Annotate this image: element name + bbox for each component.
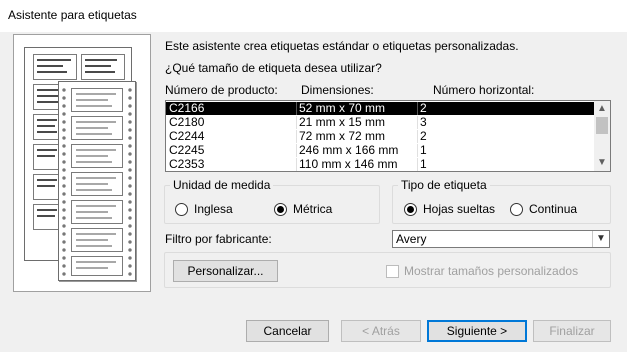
dimensions: 246 mm x 166 mm [299,143,399,157]
horizontal-count: 1 [420,157,427,171]
radio-label: Inglesa [194,202,233,216]
radio-inglesa[interactable]: Inglesa [175,202,233,216]
column-header-dimensions: Dimensiones: [301,83,374,97]
horizontal-count: 1 [420,143,427,157]
product-number: C2180 [169,115,205,129]
chevron-up-icon[interactable]: ▲ [594,101,610,117]
dimensions: 52 mm x 70 mm [299,101,386,115]
radio-label: Continua [529,202,578,216]
list-item[interactable]: C2245 246 mm x 166 mm 1 [166,144,594,157]
label-size-list[interactable]: C2166 52 mm x 70 mm 2 C2180 21 mm x 15 m… [165,100,611,172]
dimensions: 21 mm x 15 mm [299,115,386,129]
horizontal-count: 3 [420,115,427,129]
customize-button[interactable]: Personalizar... [173,260,278,282]
list-item[interactable]: C2166 52 mm x 70 mm 2 [166,102,594,115]
radio-circle[interactable] [510,202,523,216]
product-number: C2244 [169,129,205,143]
list-scrollbar[interactable]: ▲ ▼ [594,101,610,171]
unit-of-measure-legend: Unidad de medida [173,178,271,192]
horizontal-count: 2 [420,101,427,115]
manufacturer-filter-label: Filtro por fabricante: [165,232,272,246]
list-item[interactable]: C2244 72 mm x 72 mm 2 [166,130,594,143]
dimensions: 72 mm x 72 mm [299,129,386,143]
chevron-down-icon[interactable]: ▼ [592,231,609,247]
title-bar: Asistente para etiquetas [0,0,627,32]
unit-of-measure-group: Unidad de medida [164,178,380,224]
column-header-horizontal: Número horizontal: [433,83,535,97]
label-sheets-icon [13,34,151,292]
next-button[interactable]: Siguiente > [427,320,527,342]
back-button[interactable]: < Atrás [341,320,421,342]
column-header-product: Número de producto: [165,83,278,97]
product-number: C2245 [169,143,205,157]
label-sheet-front [58,81,136,281]
dialog-body: Este asistente crea etiquetas estándar o… [0,32,627,352]
radio-circle-checked[interactable] [404,202,417,216]
radio-hojas-sueltas[interactable]: Hojas sueltas [404,202,495,216]
finish-button[interactable]: Finalizar [533,320,611,342]
radio-metrica[interactable]: Métrica [274,202,332,216]
dimensions: 110 mm x 146 mm [299,157,398,171]
show-custom-sizes-checkbox[interactable]: Mostrar tamaños personalizados [386,264,578,278]
list-item[interactable]: C2180 21 mm x 15 mm 3 [166,116,594,129]
checkbox-label: Mostrar tamaños personalizados [404,264,579,278]
radio-continua[interactable]: Continua [510,202,577,216]
manufacturer-filter-combo[interactable]: Avery ▼ [392,230,610,248]
list-item[interactable]: C2353 110 mm x 146 mm 1 [166,158,594,171]
horizontal-count: 2 [420,129,427,143]
checkbox-box[interactable] [386,264,399,278]
radio-circle[interactable] [175,202,188,216]
size-question: ¿Qué tamaño de etiqueta desea utilizar? [165,61,382,75]
window-title: Asistente para etiquetas [8,8,137,22]
intro-text: Este asistente crea etiquetas estándar o… [165,39,519,53]
product-number: C2166 [169,101,205,115]
label-type-group: Tipo de etiqueta [392,178,611,224]
cancel-button[interactable]: Cancelar [246,320,329,342]
scrollbar-thumb[interactable] [596,117,608,134]
radio-label: Métrica [293,202,333,216]
radio-circle-checked[interactable] [274,202,287,216]
label-type-legend: Tipo de etiqueta [401,178,487,192]
manufacturer-filter-value: Avery [396,232,427,246]
product-number: C2353 [169,157,205,171]
radio-label: Hojas sueltas [423,202,496,216]
chevron-down-icon[interactable]: ▼ [594,155,610,171]
